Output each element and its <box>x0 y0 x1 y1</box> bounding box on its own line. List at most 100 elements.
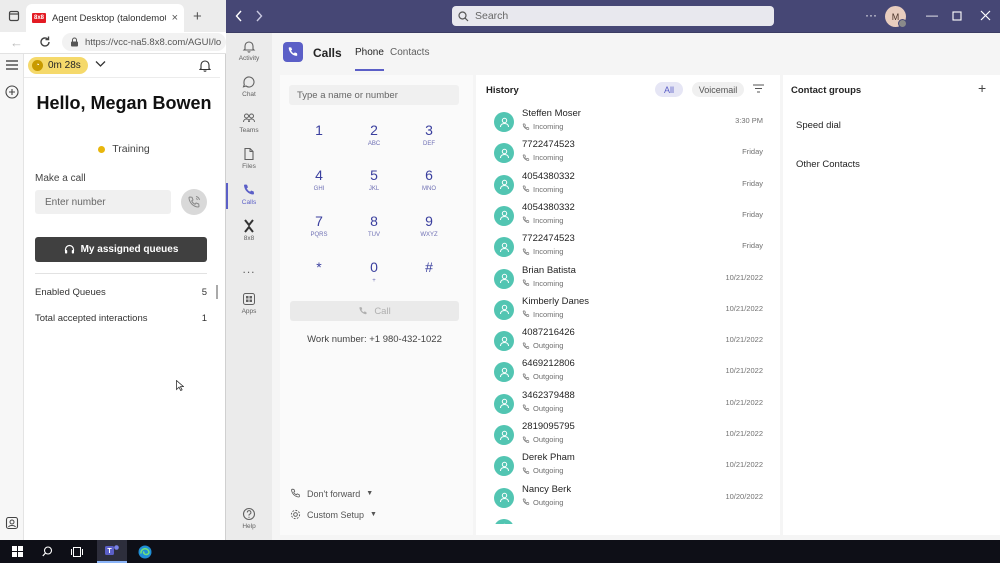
rail-item-chat[interactable]: Chat <box>226 75 272 98</box>
add-group-icon[interactable]: + <box>978 80 986 96</box>
group-other-contacts[interactable]: Other Contacts <box>796 159 860 170</box>
keypad-key[interactable]: 1 <box>299 122 339 141</box>
hamburger-menu-icon[interactable] <box>6 60 18 70</box>
keypad-key[interactable]: 5 JKL <box>354 167 394 192</box>
nav-back-icon[interactable] <box>235 10 243 22</box>
windows-start-icon[interactable] <box>8 540 26 563</box>
rail-item-help[interactable]: Help <box>226 507 272 530</box>
history-row[interactable]: Nancy Berk Outgoing 10/20/2022 <box>476 482 780 513</box>
notifications-bell-icon[interactable] <box>199 59 211 72</box>
history-row[interactable] <box>476 513 780 524</box>
keypad-key[interactable]: 9 WXYZ <box>409 213 449 238</box>
nav-forward-icon[interactable] <box>255 10 263 22</box>
history-row[interactable]: Steffen Moser Incoming 3:30 PM <box>476 106 780 137</box>
call-date: 3:30 PM <box>735 116 763 125</box>
user-avatar[interactable]: M <box>885 6 907 28</box>
make-call-label: Make a call <box>35 173 86 184</box>
keypad-key[interactable]: 4 GHI <box>299 167 339 192</box>
teams-search-input[interactable]: Search <box>452 6 774 26</box>
agent-status-timer[interactable]: ◔ 0m 28s <box>28 57 88 74</box>
group-speed-dial[interactable]: Speed dial <box>796 120 841 131</box>
browser-sidebar <box>0 54 24 540</box>
history-row[interactable]: 6469212806 Outgoing 10/21/2022 <box>476 356 780 387</box>
rail-item-calls[interactable]: Calls <box>226 183 272 209</box>
taskbar-edge-icon[interactable] <box>135 540 155 563</box>
add-sidebar-icon[interactable] <box>5 85 19 99</box>
history-row[interactable]: 4054380332 Incoming Friday <box>476 200 780 231</box>
sidebar-settings-icon[interactable] <box>5 516 19 530</box>
close-window-icon[interactable] <box>980 10 991 21</box>
agent-status: Training <box>28 143 220 155</box>
taskbar-search-icon[interactable] <box>38 540 56 563</box>
8x8-favicon-icon: 8x8 <box>32 13 46 23</box>
history-row[interactable]: 4087216426 Outgoing 10/21/2022 <box>476 325 780 356</box>
keypad-key[interactable]: # <box>409 259 449 278</box>
taskbar-teams-icon[interactable]: T <box>97 540 127 563</box>
keypad-key[interactable]: 8 TUV <box>354 213 394 238</box>
browser-tab[interactable]: 8x8 Agent Desktop (talondemo01 - 8x8 × <box>26 4 184 32</box>
settings-more-icon[interactable]: ··· <box>865 8 877 22</box>
chevron-down-icon[interactable] <box>95 60 106 68</box>
maximize-icon[interactable] <box>952 11 962 21</box>
new-tab-icon[interactable]: + <box>193 8 202 25</box>
filter-all-pill[interactable]: All <box>655 82 683 97</box>
history-row[interactable]: 2819095795 Outgoing 10/21/2022 <box>476 419 780 450</box>
keypad-key[interactable]: 0 + <box>354 259 394 284</box>
history-row[interactable]: 4054380332 Incoming Friday <box>476 169 780 200</box>
rail-item-apps[interactable]: Apps <box>226 292 272 315</box>
stat-accepted-interactions: Total accepted interactions 1 <box>35 313 207 324</box>
tab-phone[interactable]: Phone <box>355 47 384 71</box>
rail-item-8x8[interactable]: 8x8 <box>226 219 272 242</box>
caller-name: 6469212806 <box>522 358 575 370</box>
contact-avatar-icon <box>494 518 514 524</box>
back-arrow-icon[interactable]: ← <box>10 35 23 50</box>
dial-call-button[interactable] <box>181 189 207 215</box>
history-row[interactable]: Brian Batista Incoming 10/21/2022 <box>476 263 780 294</box>
split-handle[interactable] <box>216 285 218 299</box>
filter-voicemail-pill[interactable]: Voicemail <box>692 82 744 97</box>
custom-setup-dropdown[interactable]: Custom Setup ▼ <box>290 509 377 520</box>
tab-actions-icon[interactable] <box>8 10 20 22</box>
stat-value: 5 <box>201 287 207 298</box>
chat-icon <box>242 75 256 89</box>
rail-label: Apps <box>241 308 257 315</box>
headset-icon <box>64 244 75 255</box>
name-or-number-input[interactable]: Type a name or number <box>289 85 459 105</box>
address-bar[interactable]: https://vcc-na5.8x8.com/AGUI/lo <box>62 33 226 51</box>
caller-name: Derek Pham <box>522 452 575 464</box>
history-row[interactable]: Kimberly Danes Incoming 10/21/2022 <box>476 294 780 325</box>
rail-more-icon[interactable]: ... <box>226 262 272 276</box>
call-forward-dropdown[interactable]: Don't forward ▼ <box>290 488 373 499</box>
call-button[interactable]: Call <box>290 301 459 321</box>
keypad-key[interactable]: 2 ABC <box>354 122 394 147</box>
tab-contacts[interactable]: Contacts <box>390 47 429 58</box>
call-direction: Incoming <box>522 122 563 131</box>
contact-avatar-icon <box>494 143 514 164</box>
history-row[interactable]: 3462379488 Outgoing 10/21/2022 <box>476 388 780 419</box>
keypad-key[interactable]: * <box>299 259 339 278</box>
refresh-icon[interactable] <box>38 35 52 49</box>
history-row[interactable]: Derek Pham Outgoing 10/21/2022 <box>476 450 780 481</box>
work-number: Work number: +1 980-432-1022 <box>307 334 442 345</box>
rail-item-files[interactable]: Files <box>226 147 272 170</box>
history-row[interactable]: 7722474523 Incoming Friday <box>476 231 780 262</box>
minimize-icon[interactable]: — <box>926 8 938 22</box>
caller-name: 2819095795 <box>522 421 575 432</box>
keypad-key[interactable]: 6 MNO <box>409 167 449 192</box>
call-direction-text: Incoming <box>533 309 564 319</box>
keypad-key[interactable]: 7 PQRS <box>299 213 339 238</box>
caller-name: 3462379488 <box>522 389 575 401</box>
close-tab-icon[interactable]: × <box>172 12 178 24</box>
my-assigned-queues-button[interactable]: My assigned queues <box>35 237 207 262</box>
caller-name: 4054380332 <box>522 170 575 182</box>
history-row[interactable]: 7722474523 Incoming Friday <box>476 137 780 168</box>
agent-greeting: Hello, Megan Bowen <box>36 93 212 113</box>
enter-number-field[interactable]: Enter number <box>35 190 171 214</box>
rail-item-teams[interactable]: Teams <box>226 111 272 134</box>
filter-icon[interactable] <box>753 84 764 93</box>
key-digit: # <box>425 259 433 275</box>
task-view-icon[interactable] <box>68 540 86 563</box>
call-direction-icon <box>522 436 530 444</box>
keypad-key[interactable]: 3 DEF <box>409 122 449 147</box>
rail-item-activity[interactable]: Activity <box>226 39 272 62</box>
